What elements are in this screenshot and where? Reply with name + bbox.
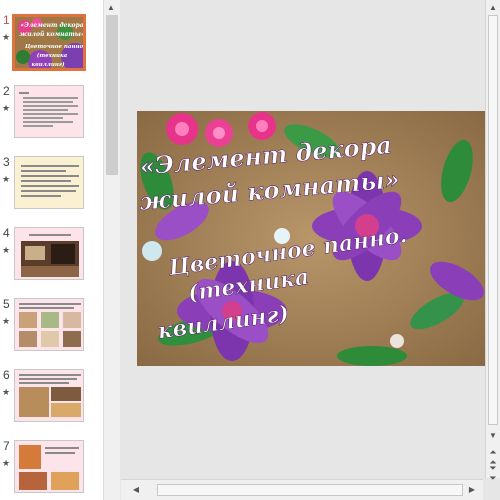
thumb1-line2: жилой комнаты»: [19, 31, 85, 38]
horizontal-scroll-thumb[interactable]: [157, 484, 463, 496]
slide-number-4: 4: [3, 226, 10, 240]
thumb1-line5: квиллинг): [31, 61, 64, 68]
animation-star-icon: ★: [2, 316, 11, 326]
slide-editor: «Элемент декора жилой комнаты» Цветочное…: [121, 0, 486, 478]
double-arrow-up-icon[interactable]: ⏶ ⏶: [486, 447, 500, 467]
slide-number-1: 1: [3, 13, 10, 27]
thumb1-line1: «Элемент декора: [20, 22, 83, 29]
slide-thumbnail-7[interactable]: [14, 440, 84, 493]
slide-canvas[interactable]: «Элемент декора жилой комнаты» Цветочное…: [137, 111, 486, 366]
editor-horizontal-scrollbar[interactable]: ◀ ▶: [121, 479, 483, 500]
arrow-down-icon[interactable]: ▼: [486, 429, 500, 442]
slide-thumbnail-5[interactable]: [14, 298, 84, 351]
slide-number-5: 5: [3, 297, 10, 311]
thumb1-line4: (техника: [37, 52, 68, 59]
animation-star-icon: ★: [2, 245, 11, 255]
slide-number-3: 3: [3, 155, 10, 169]
slide-thumbnail-6[interactable]: [14, 369, 84, 422]
editor-vertical-scrollbar[interactable]: ▲ ▼ ⏶ ⏶ ⏷ ⏷: [485, 0, 500, 483]
arrow-up-icon[interactable]: ▲: [104, 1, 118, 14]
animation-star-icon: ★: [2, 32, 11, 42]
slide-number-2: 2: [3, 84, 10, 98]
slide-thumbnail-2[interactable]: [14, 85, 84, 138]
editor-scroll-thumb[interactable]: [488, 15, 498, 425]
animation-star-icon: ★: [2, 103, 11, 113]
thumbnail-1-image: «Элемент декора жилой комнаты» Цветочное…: [15, 17, 85, 68]
slide-number-6: 6: [3, 368, 10, 382]
animation-star-icon: ★: [2, 458, 11, 468]
arrow-up-icon[interactable]: ▲: [486, 1, 500, 14]
slide-number-7: 7: [3, 439, 10, 453]
animation-star-icon: ★: [2, 387, 11, 397]
animation-star-icon: ★: [2, 174, 11, 184]
arrow-right-icon[interactable]: ▶: [465, 483, 479, 497]
thumbnail-scrollbar[interactable]: ▲: [103, 0, 120, 500]
thumb1-line3: Цветочное панно.: [24, 44, 85, 50]
thumbnail-scroll-thumb[interactable]: [106, 15, 118, 175]
slide-thumbnail-pane: 1 ★ «Элемент декора жилой комнаты» Цвето…: [0, 0, 103, 500]
arrow-left-icon[interactable]: ◀: [129, 483, 143, 497]
double-arrow-down-icon[interactable]: ⏷ ⏷: [486, 463, 500, 483]
slide-thumbnail-4[interactable]: [14, 227, 84, 280]
slide-thumbnail-1[interactable]: «Элемент декора жилой комнаты» Цветочное…: [12, 14, 86, 71]
slide-thumbnail-3[interactable]: [14, 156, 84, 209]
slide-background-image: «Элемент декора жилой комнаты» Цветочное…: [137, 111, 486, 366]
